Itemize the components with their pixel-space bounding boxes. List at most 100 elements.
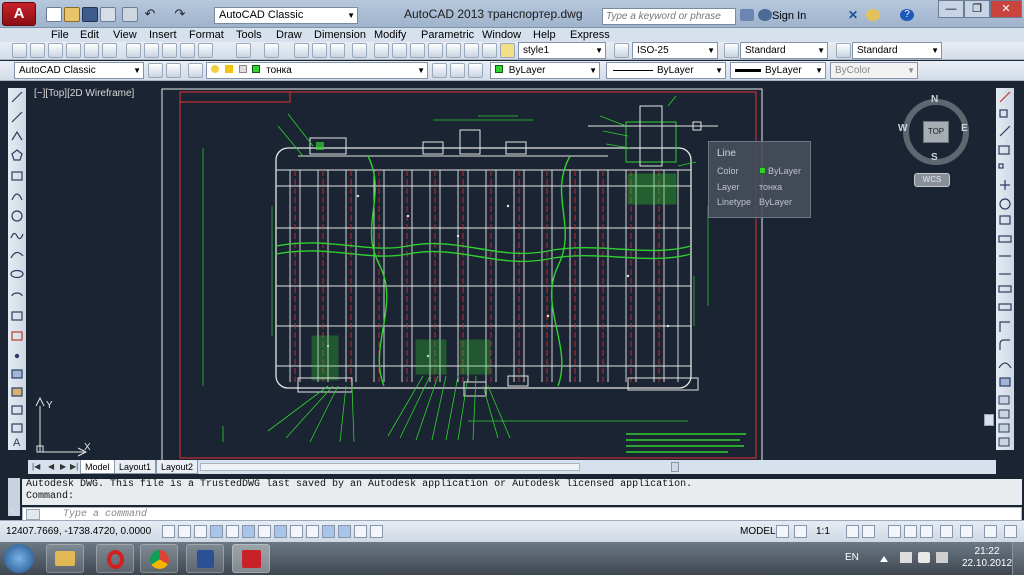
- quick-properties-toggle[interactable]: [354, 525, 367, 538]
- quick-view-layouts-icon[interactable]: [776, 525, 789, 538]
- first-tab-arrow-icon[interactable]: |◀: [32, 462, 40, 472]
- menu-window[interactable]: Window: [482, 28, 521, 42]
- save-as-icon[interactable]: [100, 7, 116, 22]
- dyn-toggle[interactable]: [306, 525, 319, 538]
- lineweight-dropdown[interactable]: ByLayer ▼: [730, 62, 826, 79]
- prev-tab-arrow-icon[interactable]: ◀: [48, 462, 54, 472]
- clean-screen-icon[interactable]: [984, 525, 997, 538]
- compass-north[interactable]: N: [931, 94, 938, 105]
- ducs-toggle[interactable]: [290, 525, 303, 538]
- explorer-taskbar-icon[interactable]: [46, 544, 84, 573]
- binoculars-icon[interactable]: [740, 9, 754, 21]
- volume-icon[interactable]: [936, 552, 948, 563]
- tab-layout2[interactable]: Layout2: [156, 460, 199, 474]
- tab-model[interactable]: Model: [80, 460, 115, 474]
- block-editor-icon[interactable]: [198, 43, 213, 58]
- menu-help[interactable]: Help: [533, 28, 556, 42]
- calculator-icon[interactable]: [464, 43, 479, 58]
- opera-taskbar-icon[interactable]: [96, 544, 134, 573]
- tray-expand-icon[interactable]: [880, 554, 888, 562]
- copy-icon[interactable]: [144, 43, 159, 58]
- horizontal-scrollbar[interactable]: [200, 462, 679, 472]
- workspace-switching-icon[interactable]: [888, 525, 901, 538]
- text-style-dropdown[interactable]: style1 ▼: [518, 42, 606, 59]
- transparency-toggle[interactable]: [338, 525, 351, 538]
- infer-constraints-toggle[interactable]: [162, 525, 175, 538]
- tab-layout1[interactable]: Layout1: [114, 460, 157, 474]
- annotation-scale[interactable]: 1:1: [816, 526, 830, 537]
- zoom-realtime-icon[interactable]: [312, 43, 327, 58]
- coordinates-readout[interactable]: 12407.7669, -1738.4720, 0.0000: [6, 526, 151, 537]
- plot-style-dropdown[interactable]: ByColor ▼: [830, 62, 918, 79]
- lineweight-toggle[interactable]: [322, 525, 335, 538]
- color-dropdown[interactable]: ByLayer ▼: [490, 62, 600, 79]
- redo-icon[interactable]: [264, 43, 279, 58]
- quick-view-drawings-icon[interactable]: [794, 525, 807, 538]
- menu-edit[interactable]: Edit: [80, 28, 99, 42]
- sheet-set-icon[interactable]: [428, 43, 443, 58]
- plot-icon[interactable]: [66, 43, 81, 58]
- network-icon[interactable]: [900, 552, 912, 563]
- properties-icon[interactable]: [374, 43, 389, 58]
- viewcube-top-face[interactable]: TOP: [923, 121, 949, 143]
- close-button[interactable]: ✕: [990, 0, 1022, 18]
- sign-in-link[interactable]: Sign In: [772, 10, 806, 22]
- save-icon[interactable]: [48, 43, 63, 58]
- layer-previous-icon[interactable]: [450, 63, 465, 78]
- cut-icon[interactable]: [126, 43, 141, 58]
- layer-properties-icon[interactable]: [188, 63, 203, 78]
- open-icon[interactable]: [30, 43, 45, 58]
- annotation-visibility-icon[interactable]: [846, 525, 859, 538]
- status-bar-menu-icon[interactable]: [960, 525, 973, 538]
- linetype-dropdown[interactable]: ByLayer ▼: [606, 62, 726, 79]
- help-icon[interactable]: ?: [900, 9, 914, 21]
- multileader-style-dropdown[interactable]: Standard ▼: [852, 42, 942, 59]
- menu-modify[interactable]: Modify: [374, 28, 406, 42]
- compass-east[interactable]: E: [961, 123, 968, 134]
- show-desktop-button[interactable]: [1012, 542, 1024, 575]
- undo-icon[interactable]: ↶: [142, 7, 158, 22]
- tool-palettes-icon[interactable]: [410, 43, 425, 58]
- dim-style-icon[interactable]: [614, 43, 629, 58]
- menu-format[interactable]: Format: [189, 28, 224, 42]
- autocad-taskbar-icon[interactable]: [232, 544, 270, 573]
- snap-toggle[interactable]: [178, 525, 191, 538]
- language-indicator[interactable]: EN: [845, 552, 859, 563]
- wrench-settings-icon[interactable]: [1004, 525, 1017, 538]
- vertical-scrollbar-thumb[interactable]: [984, 414, 994, 426]
- application-menu-button[interactable]: A: [2, 2, 36, 26]
- multileader-style-icon[interactable]: [836, 43, 851, 58]
- publish-icon[interactable]: [102, 43, 117, 58]
- lock-ui-icon[interactable]: [904, 525, 917, 538]
- pan-icon[interactable]: [294, 43, 309, 58]
- horizontal-scrollbar-thumb[interactable]: [671, 462, 679, 472]
- exchange-icon[interactable]: ✕: [848, 9, 862, 21]
- grid-toggle[interactable]: [194, 525, 207, 538]
- menu-parametric[interactable]: Parametric: [421, 28, 474, 42]
- selection-cycling-toggle[interactable]: [370, 525, 383, 538]
- workspace-dropdown[interactable]: AutoCAD Classic ▼: [214, 7, 358, 24]
- drawing-canvas[interactable]: [−][Top][2D Wireframe] Y X TOP N S E W W…: [28, 86, 996, 460]
- osnap-toggle[interactable]: [242, 525, 255, 538]
- open-folder-icon[interactable]: [64, 7, 80, 22]
- save-taskbar-icon[interactable]: [186, 544, 224, 573]
- menu-file[interactable]: File: [51, 28, 69, 42]
- flag-icon[interactable]: [918, 552, 930, 563]
- 3d-osnap-toggle[interactable]: [258, 525, 271, 538]
- workspace-settings-icon[interactable]: [148, 63, 163, 78]
- menu-dimension[interactable]: Dimension: [314, 28, 366, 42]
- menu-draw[interactable]: Draw: [276, 28, 302, 42]
- customize-wrench-icon[interactable]: ✎: [10, 508, 20, 518]
- dim-style-dropdown[interactable]: ISO-25 ▼: [632, 42, 718, 59]
- match-properties-icon[interactable]: [180, 43, 195, 58]
- star-icon[interactable]: [866, 9, 880, 21]
- compass-south[interactable]: S: [931, 152, 938, 163]
- design-center-icon[interactable]: [392, 43, 407, 58]
- polar-toggle[interactable]: [226, 525, 239, 538]
- settings-icon[interactable]: [166, 63, 181, 78]
- system-clock[interactable]: 21:22 22.10.2012: [962, 546, 1012, 570]
- zoom-previous-icon[interactable]: [352, 43, 367, 58]
- ortho-toggle[interactable]: [210, 525, 223, 538]
- menu-view[interactable]: View: [113, 28, 137, 42]
- preview-icon[interactable]: [84, 43, 99, 58]
